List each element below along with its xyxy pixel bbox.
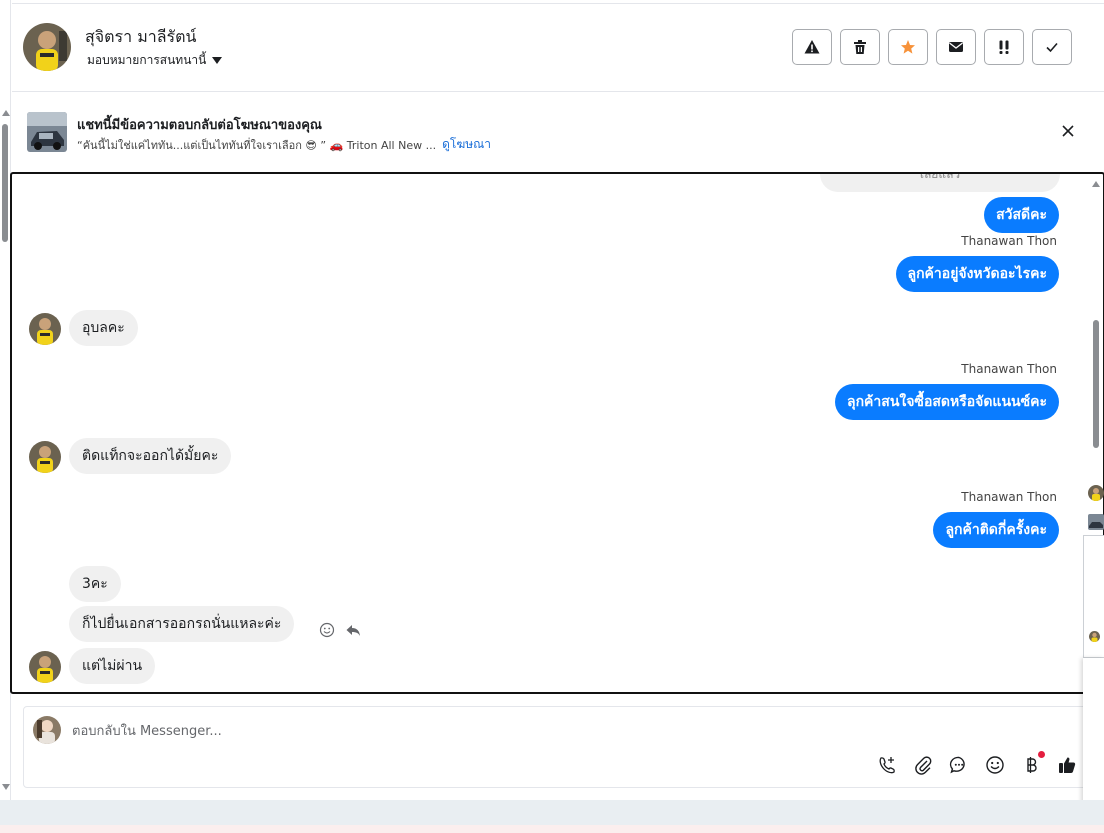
scroll-up-arrow-icon[interactable]: [1092, 181, 1100, 187]
check-icon: [1046, 42, 1058, 53]
inbox-conversation-view: สุจิตรา มาลีรัตน์ มอบหมายการสนทนานี้ แชท…: [0, 0, 1104, 833]
view-ad-link[interactable]: ดูโฆษณา: [442, 135, 491, 154]
scroll-down-arrow-icon[interactable]: [2, 784, 10, 790]
scroll-up-arrow-icon[interactable]: [2, 110, 10, 116]
message-row-outgoing: ลูกค้าติดกี่ครั้งคะ: [933, 512, 1059, 548]
contact-name[interactable]: สุจิตรา มาลีรัตน์: [85, 25, 196, 50]
close-icon: [1062, 125, 1074, 137]
exclamation-icon: [999, 40, 1009, 54]
footer-strip: [0, 825, 1104, 833]
message-bubble-incoming[interactable]: ก็ไปยื่นเอกสารออกรถนั่นแหละค่ะ: [69, 606, 295, 642]
scroll-thumb[interactable]: [2, 124, 8, 242]
message-bubble-incoming[interactable]: 3คะ: [69, 566, 121, 602]
envelope-icon: [949, 42, 963, 52]
mark-done-button[interactable]: [1032, 29, 1072, 65]
sender-name: Thanawan Thon: [961, 234, 1057, 248]
chevron-down-icon: [212, 57, 223, 64]
assign-label: มอบหมายการสนทนานี้: [87, 53, 207, 67]
add-call-button[interactable]: [877, 755, 897, 775]
follow-up-button[interactable]: [984, 29, 1024, 65]
avatar: [33, 716, 61, 744]
avatar[interactable]: [23, 23, 71, 71]
scroll-thumb[interactable]: [1093, 320, 1099, 448]
ad-quote: “คันนี้ไม่ใช่แค่ไททัน...แต่เป็นไททันที่ใ…: [77, 138, 437, 152]
saved-reply-icon: [949, 756, 965, 774]
avatar[interactable]: [29, 313, 61, 345]
popup-panel: [1083, 658, 1104, 813]
attach-file-button[interactable]: [913, 755, 933, 775]
message-bubble-outgoing[interactable]: ลุกค้าสนใจซื้อสดหรือจัดแนนซ์คะ: [835, 384, 1059, 420]
assign-conversation-dropdown[interactable]: มอบหมายการสนทนานี้: [87, 51, 223, 70]
ad-reply-banner: แชทนี้มีข้อความตอบกลับต่อโฆษณาของคุณ “คั…: [12, 93, 1104, 171]
message-bubble-outgoing[interactable]: ลูกค้าอยู่จังหวัดอะไรคะ: [895, 256, 1059, 292]
status-bar: [0, 800, 1104, 825]
message-row-incoming: 3คะ: [69, 566, 121, 602]
message-bubble-outgoing[interactable]: ลูกค้าติดกี่ครั้งคะ: [933, 512, 1059, 548]
reply-icon[interactable]: [345, 622, 361, 638]
notification-dot: [1038, 751, 1045, 758]
avatar[interactable]: [29, 651, 61, 683]
thumbs-up-icon: [1059, 757, 1076, 773]
message-bubble-incoming[interactable]: อุบลคะ: [69, 310, 138, 346]
message-thread[interactable]: เลยแล้ว สวัสดีคะ Thanawan Thon ลูกค้าอยู…: [10, 172, 1104, 694]
message-row-incoming: แต่ไม่ผ่าน: [69, 648, 156, 684]
send-like-button[interactable]: [1057, 755, 1077, 775]
ad-thumbnail[interactable]: [27, 112, 67, 152]
call-add-icon: [879, 757, 895, 774]
paperclip-icon: [915, 756, 932, 775]
close-banner-button[interactable]: [1058, 121, 1078, 141]
delete-button[interactable]: [840, 29, 880, 65]
message-row-incoming: ติดแท็กจะออกได้มั้ยคะ: [69, 438, 232, 474]
conversation-header: สุจิตรา มาลีรัตน์ มอบหมายการสนทนานี้: [12, 3, 1104, 92]
sender-name: Thanawan Thon: [961, 362, 1057, 376]
message-actions: [319, 622, 361, 638]
emoji-button[interactable]: [985, 755, 1005, 775]
ad-thumbnail[interactable]: [1088, 514, 1104, 530]
sender-name: Thanawan Thon: [961, 490, 1057, 504]
payment-icon: [1027, 757, 1037, 773]
trash-icon: [854, 40, 866, 54]
warning-icon: [804, 40, 820, 54]
ad-banner-subtitle: “คันนี้ไม่ใช่แค่ไททัน...แต่เป็นไททันที่ใ…: [77, 135, 491, 154]
previous-message-bubble: เลยแล้ว: [820, 174, 1060, 192]
message-bubble-incoming[interactable]: ติดแท็กจะออกได้มั้ยคะ: [69, 438, 232, 474]
message-row-outgoing: ลุกค้าสนใจซื้อสดหรือจัดแนนซ์คะ: [835, 384, 1059, 420]
react-emoji-icon[interactable]: [319, 622, 335, 638]
saved-replies-button[interactable]: [949, 755, 969, 775]
mark-unread-button[interactable]: [936, 29, 976, 65]
message-row-outgoing: ลูกค้าอยู่จังหวัดอะไรคะ: [895, 256, 1059, 292]
star-icon: [901, 40, 915, 54]
message-row-incoming: อุบลคะ: [69, 310, 138, 346]
side-panel: [1083, 535, 1104, 658]
composer-toolbar: [877, 751, 1077, 775]
ad-banner-title: แชทนี้มีข้อความตอบกลับต่อโฆษณาของคุณ: [77, 118, 322, 133]
emoji-icon: [986, 756, 1004, 774]
message-row-incoming: ก็ไปยื่นเอกสารออกรถนั่นแหละค่ะ: [69, 606, 295, 642]
star-button[interactable]: [888, 29, 928, 65]
avatar: [1089, 631, 1100, 642]
message-bubble-incoming[interactable]: แต่ไม่ผ่าน: [69, 648, 156, 684]
message-bubble-outgoing[interactable]: สวัสดีคะ: [984, 197, 1059, 233]
avatar[interactable]: [1088, 485, 1104, 501]
avatar[interactable]: [29, 441, 61, 473]
message-row-outgoing: สวัสดีคะ: [984, 197, 1059, 233]
message-input[interactable]: [72, 721, 872, 741]
report-spam-button[interactable]: [792, 29, 832, 65]
header-actions: [792, 29, 1072, 65]
payment-button[interactable]: [1021, 751, 1045, 775]
reply-composer: [23, 706, 1104, 788]
